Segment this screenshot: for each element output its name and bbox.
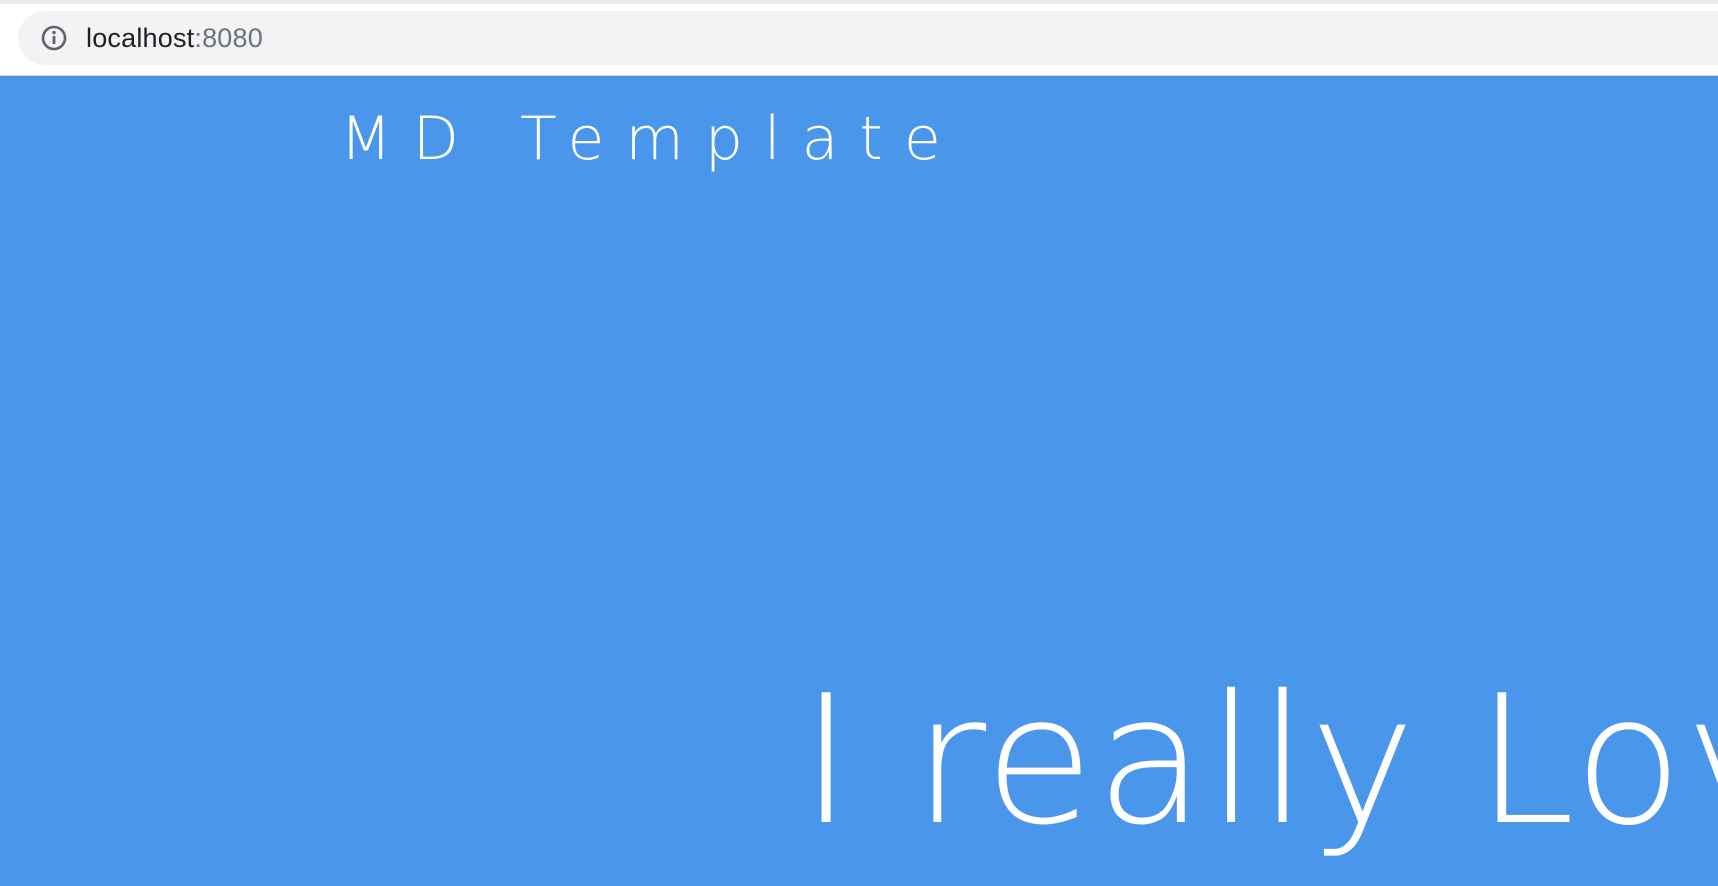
info-icon[interactable] [40,24,68,52]
address-bar[interactable]: localhost:8080 [18,11,1718,65]
url-text[interactable]: localhost:8080 [86,11,263,65]
tab-strip [0,0,1718,4]
hero-heading: I really Love [800,657,1718,864]
url-port: :8080 [194,23,263,53]
site-title: MD Template [340,104,962,174]
browser-chrome: localhost:8080 [0,0,1718,76]
url-host: localhost [86,23,195,53]
page-content: MD Template I really Love [0,76,1718,886]
